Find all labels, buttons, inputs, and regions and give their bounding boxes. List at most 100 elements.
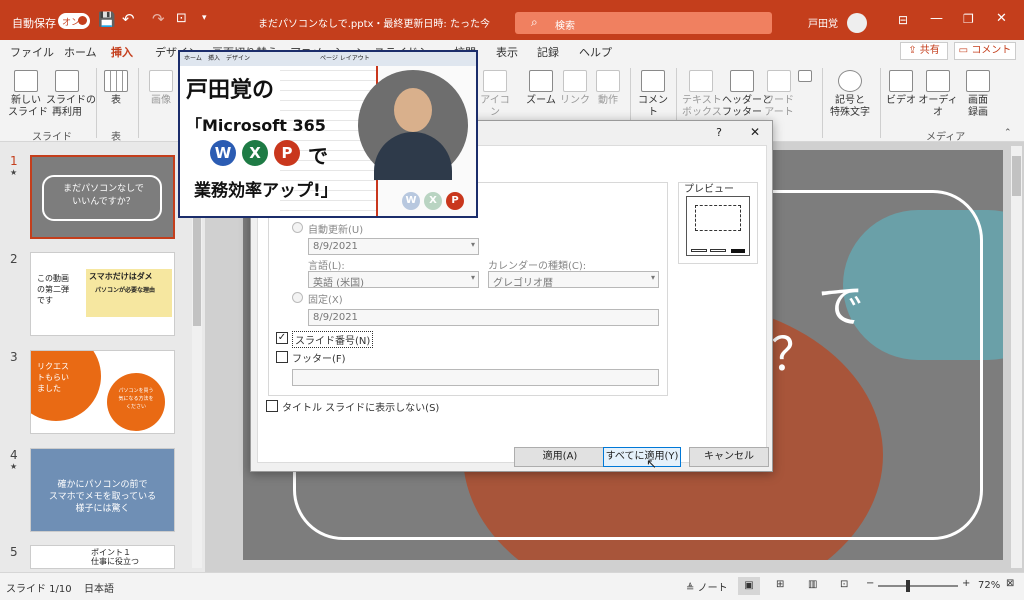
- slide-sorter-icon[interactable]: ⊞: [776, 579, 784, 590]
- wordart-button[interactable]: ワード アート: [764, 70, 794, 119]
- avatar[interactable]: [847, 13, 867, 33]
- tab-record[interactable]: 記録: [537, 44, 559, 60]
- slideshow-view-icon[interactable]: ⊡: [840, 579, 848, 590]
- icons-icon: [483, 70, 507, 92]
- table-button[interactable]: 表: [102, 70, 130, 107]
- group-label-media: メディア: [926, 132, 966, 143]
- auto-update-radio[interactable]: [292, 222, 303, 233]
- screen-recording-button[interactable]: 画面 録画: [960, 70, 996, 119]
- share-button[interactable]: ⇪ 共有: [900, 42, 948, 60]
- restore-icon[interactable]: ❐: [963, 12, 974, 26]
- wordart-icon: [767, 70, 791, 92]
- help-icon[interactable]: ?: [716, 126, 722, 139]
- tab-help[interactable]: ヘルプ: [579, 44, 612, 60]
- hide-title-slide-checkbox[interactable]: [266, 400, 278, 412]
- date-select[interactable]: 8/9/2021 ▾: [308, 238, 479, 255]
- dialog-close-icon[interactable]: ✕: [750, 125, 760, 139]
- word-badge-small: W: [402, 192, 420, 210]
- present-icon[interactable]: ⊡: [176, 11, 187, 26]
- share-icon: ⇪: [908, 45, 917, 56]
- ribbon-display-icon[interactable]: ⊟: [898, 13, 908, 27]
- tab-home[interactable]: ホーム: [64, 44, 97, 60]
- search-placeholder: 検索: [555, 21, 575, 32]
- slide-thumbnail-5[interactable]: ポイント１ 仕事に役立つ: [30, 545, 175, 569]
- cancel-button[interactable]: キャンセル: [689, 447, 769, 467]
- calendar-select[interactable]: グレゴリオ暦 ▾: [488, 271, 659, 289]
- ribbon-separator: [96, 68, 97, 138]
- qat-more-icon[interactable]: ▾: [202, 13, 207, 23]
- images-button[interactable]: 画像: [146, 70, 176, 107]
- zoom-out-icon[interactable]: −: [866, 578, 874, 589]
- footer-checkbox[interactable]: [276, 351, 288, 363]
- hide-title-slide-label: タイトル スライドに表示しない(S): [282, 403, 440, 414]
- action-icon: [596, 70, 620, 92]
- excel-badge-small: X: [424, 192, 442, 210]
- promo-line-2: 「Microsoft 365: [186, 116, 326, 135]
- powerpoint-badge-small: P: [446, 192, 464, 210]
- slide-thumbnail-3[interactable]: リクエス トもらい ました パソコンを買う 気になる方法を ください: [30, 350, 175, 434]
- reuse-slides-button[interactable]: スライドの 再利用: [46, 70, 96, 119]
- symbols-button[interactable]: 記号と 特殊文字: [828, 70, 872, 119]
- undo-icon[interactable]: ↶: [122, 10, 135, 28]
- slide-thumbnail-2[interactable]: この動画 の第二弾 です スマホだけはダメ パソコンが必要な理由: [30, 252, 175, 336]
- promo-banner: ホーム 挿入 デザイン ページ レイアウト 戸田覚の 「Microsoft 36…: [178, 50, 478, 218]
- language-status[interactable]: 日本語: [84, 580, 114, 595]
- slide-number: 5: [10, 545, 18, 559]
- comment-button[interactable]: コメント: [636, 70, 670, 119]
- presenter-photo: [358, 70, 468, 180]
- action-button[interactable]: 動作: [594, 70, 622, 107]
- slide-thumbnail-panel[interactable]: 1 ★ まだパソコンなしで いいんですか？ 2 この動画 の第二弾 です スマホ…: [0, 142, 205, 572]
- user-name: 戸田覚: [808, 19, 838, 30]
- excel-badge: X: [242, 140, 268, 166]
- redo-icon[interactable]: ↷: [152, 10, 165, 28]
- close-icon[interactable]: ✕: [996, 11, 1007, 26]
- search-box[interactable]: ⌕ 検索: [515, 12, 772, 34]
- date-icon: [798, 70, 812, 82]
- footer-input[interactable]: [292, 369, 659, 386]
- save-icon[interactable]: 💾: [98, 12, 115, 28]
- document-title: まだパソコンなしで.pptx・最終更新日時: たった今: [258, 19, 490, 30]
- tab-insert[interactable]: 挿入: [111, 44, 133, 64]
- zoom-button[interactable]: ズーム: [526, 70, 556, 107]
- comments-button[interactable]: ▭ コメント: [954, 42, 1016, 60]
- header-footer-button[interactable]: ヘッダーと フッター: [722, 70, 772, 119]
- normal-view-icon[interactable]: ▣: [738, 577, 760, 595]
- video-button[interactable]: ビデオ: [886, 70, 916, 107]
- audio-button[interactable]: オーディオ: [918, 70, 958, 119]
- zoom-icon: [529, 70, 553, 92]
- datetime-button[interactable]: [796, 70, 814, 85]
- editor-scrollbar[interactable]: [1011, 146, 1022, 568]
- zoom-level[interactable]: 72%: [978, 580, 1000, 591]
- icons-button[interactable]: アイコ ン: [480, 70, 510, 119]
- language-select[interactable]: 英語 (米国) ▾: [308, 271, 479, 289]
- zoom-in-icon[interactable]: +: [962, 578, 970, 589]
- link-button[interactable]: リンク: [560, 70, 590, 107]
- image-icon: [149, 70, 173, 92]
- slide-thumbnail-1[interactable]: まだパソコンなしで いいんですか？: [30, 155, 175, 239]
- notes-button[interactable]: ≜ ノート: [686, 579, 728, 594]
- textbox-button[interactable]: テキスト ボックス: [682, 70, 722, 119]
- fixed-date-input[interactable]: 8/9/2021: [308, 309, 659, 326]
- slide-thumbnail-4[interactable]: 確かにパソコンの前で スマホでメモを取っている 様子には驚く: [30, 448, 175, 532]
- apply-button[interactable]: 適用(A): [514, 447, 606, 467]
- minimize-icon[interactable]: —: [930, 11, 943, 26]
- tab-file[interactable]: ファイル: [10, 44, 54, 60]
- new-slide-button[interactable]: 新しい スライド: [8, 70, 48, 119]
- fixed-date-radio[interactable]: [292, 292, 303, 303]
- slide-text: ？: [771, 327, 817, 381]
- apply-all-button[interactable]: すべてに適用(Y): [603, 447, 681, 467]
- slide-number-checkbox[interactable]: ✓: [276, 332, 288, 344]
- notes-icon: ≜: [686, 583, 695, 594]
- tab-view[interactable]: 表示: [496, 44, 518, 60]
- autosave-toggle[interactable]: オン: [58, 13, 90, 29]
- group-label-table: 表: [111, 132, 121, 143]
- reading-view-icon[interactable]: ▥: [808, 579, 817, 590]
- ribbon-separator: [880, 68, 881, 138]
- zoom-slider[interactable]: [878, 580, 958, 592]
- table-icon: [104, 70, 128, 92]
- chevron-down-icon: ▾: [470, 273, 475, 282]
- fit-slide-icon[interactable]: ⊠: [1006, 578, 1014, 589]
- header-footer-icon: [730, 70, 754, 92]
- star-icon: ★: [10, 462, 18, 471]
- collapse-ribbon-icon[interactable]: ⌃: [1004, 128, 1012, 138]
